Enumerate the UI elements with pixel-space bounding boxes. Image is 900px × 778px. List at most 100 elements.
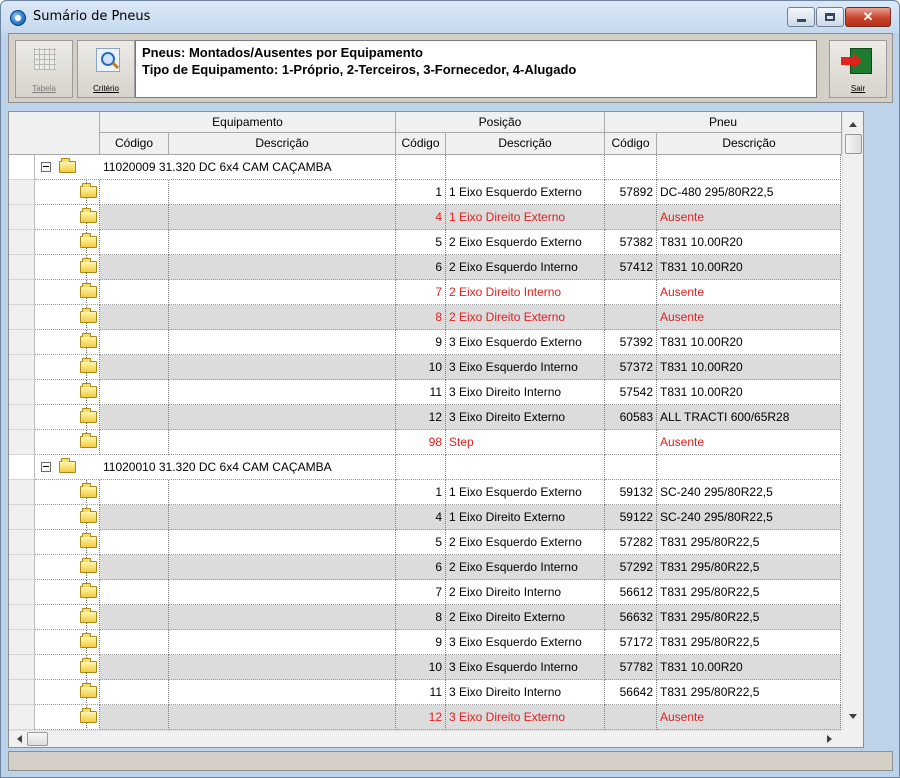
- row-indicator[interactable]: [9, 680, 35, 705]
- tire-position-row[interactable]: 82 Eixo Direito Externo Ausente: [9, 305, 841, 330]
- tire-position-row[interactable]: 12 3 Eixo Direito Externo 60583 ALL TRACTI …: [9, 405, 841, 430]
- row-indicator[interactable]: [9, 255, 35, 280]
- row-indicator[interactable]: [9, 505, 35, 530]
- row-indicator[interactable]: [9, 430, 35, 455]
- tree-cell[interactable]: [35, 680, 100, 705]
- horizontal-scroll-thumb[interactable]: [27, 732, 48, 746]
- tree-cell[interactable]: [35, 705, 100, 730]
- column-header-pneu-descricao[interactable]: Descrição: [657, 133, 842, 155]
- tire-position-row[interactable]: 62 Eixo Esquerdo Interno 57292 T831 295/80…: [9, 555, 841, 580]
- tire-position-row[interactable]: 98 Step Ausente: [9, 430, 841, 455]
- collapse-icon[interactable]: [41, 162, 51, 172]
- tire-position-row[interactable]: 11 3 Eixo Direito Interno 56642 T831 295/80…: [9, 680, 841, 705]
- row-indicator[interactable]: [9, 330, 35, 355]
- tire-position-row[interactable]: 72 Eixo Direito Interno Ausente: [9, 280, 841, 305]
- equipment-code-cell: [100, 480, 169, 505]
- tree-cell[interactable]: [35, 655, 100, 680]
- position-description-cell: [446, 155, 605, 180]
- tire-position-row[interactable]: 52 Eixo Esquerdo Externo 57282 T831 295/80…: [9, 530, 841, 555]
- column-header-pneu-codigo[interactable]: Código: [605, 133, 657, 155]
- row-indicator[interactable]: [9, 705, 35, 730]
- tree-cell[interactable]: [35, 455, 101, 480]
- tire-position-row[interactable]: 82 Eixo Direito Externo 56632 T831 295/80R…: [9, 605, 841, 630]
- row-indicator[interactable]: [9, 230, 35, 255]
- equipment-code-cell: [100, 330, 169, 355]
- tree-cell[interactable]: [35, 580, 100, 605]
- row-indicator[interactable]: [9, 305, 35, 330]
- tire-summary-grid[interactable]: Equipamento Posição Pneu Código Descriçã…: [8, 111, 864, 748]
- tree-cell[interactable]: [35, 355, 100, 380]
- row-indicator[interactable]: [9, 630, 35, 655]
- row-indicator[interactable]: [9, 355, 35, 380]
- tree-cell[interactable]: [35, 430, 100, 455]
- tree-cell[interactable]: [35, 630, 100, 655]
- tree-cell[interactable]: [35, 330, 100, 355]
- scroll-left-icon[interactable]: [17, 735, 22, 743]
- column-header-equip-descricao[interactable]: Descrição: [169, 133, 396, 155]
- row-indicator[interactable]: [9, 405, 35, 430]
- tree-cell[interactable]: [35, 505, 100, 530]
- row-indicator[interactable]: [9, 580, 35, 605]
- row-indicator[interactable]: [9, 530, 35, 555]
- tire-position-row[interactable]: 93 Eixo Esquerdo Externo 57392 T831 10.00R…: [9, 330, 841, 355]
- tire-position-row[interactable]: 52 Eixo Esquerdo Externo 57382 T831 10.00R…: [9, 230, 841, 255]
- tire-position-row[interactable]: 72 Eixo Direito Interno 56612 T831 295/80R…: [9, 580, 841, 605]
- column-header-equip-codigo[interactable]: Código: [100, 133, 169, 155]
- row-indicator[interactable]: [9, 155, 35, 180]
- tree-cell[interactable]: [35, 405, 100, 430]
- tire-position-row[interactable]: 93 Eixo Esquerdo Externo 57172 T831 295/80…: [9, 630, 841, 655]
- row-indicator[interactable]: [9, 180, 35, 205]
- tabela-button[interactable]: Tabela: [15, 40, 73, 98]
- row-indicator[interactable]: [9, 205, 35, 230]
- tire-position-row[interactable]: 41 Eixo Direito Externo Ausente: [9, 205, 841, 230]
- tire-position-row[interactable]: 10 3 Eixo Esquerdo Interno 57372 T831 10.00…: [9, 355, 841, 380]
- collapse-icon[interactable]: [41, 462, 51, 472]
- tree-cell[interactable]: [35, 530, 100, 555]
- tire-position-row[interactable]: 12 3 Eixo Direito Externo Ausente: [9, 705, 841, 730]
- tire-position-row[interactable]: 62 Eixo Esquerdo Interno 57412 T831 10.00R…: [9, 255, 841, 280]
- position-description: 3 Eixo Direito Interno: [446, 680, 605, 705]
- vertical-scroll-thumb[interactable]: [845, 134, 862, 154]
- tree-cell[interactable]: [35, 555, 100, 580]
- tree-cell[interactable]: [35, 480, 100, 505]
- app-icon[interactable]: [10, 10, 26, 26]
- row-indicator[interactable]: [9, 555, 35, 580]
- row-indicator[interactable]: [9, 605, 35, 630]
- scroll-right-icon[interactable]: [827, 735, 832, 743]
- row-indicator[interactable]: [9, 655, 35, 680]
- tree-cell[interactable]: [35, 280, 100, 305]
- criterio-button[interactable]: Critério: [77, 40, 135, 98]
- equipment-group-row[interactable]: 11020010 31.320 DC 6x4 CAM CAÇAMBA: [9, 455, 841, 480]
- tree-cell[interactable]: [35, 155, 101, 180]
- tree-cell[interactable]: [35, 605, 100, 630]
- tire-position-row[interactable]: 41 Eixo Direito Externo 59122 SC-240 295/8…: [9, 505, 841, 530]
- row-indicator[interactable]: [9, 280, 35, 305]
- column-header-pos-descricao[interactable]: Descrição: [446, 133, 605, 155]
- tree-cell[interactable]: [35, 305, 100, 330]
- row-indicator[interactable]: [9, 480, 35, 505]
- tire-code: 56642: [605, 680, 657, 705]
- tire-position-row[interactable]: 11 3 Eixo Direito Interno 57542 T831 10.00R…: [9, 380, 841, 405]
- title-bar[interactable]: Sumário de Pneus ✕: [1, 1, 899, 33]
- close-button[interactable]: ✕: [845, 7, 891, 27]
- sair-button[interactable]: Sair: [829, 40, 887, 98]
- tire-position-row[interactable]: 10 3 Eixo Esquerdo Interno 57782 T831 10.00…: [9, 655, 841, 680]
- row-indicator[interactable]: [9, 380, 35, 405]
- tree-cell[interactable]: [35, 205, 100, 230]
- tree-cell[interactable]: [35, 230, 100, 255]
- tire-position-row[interactable]: 11 Eixo Esquerdo Externo 59132 SC-240 295/…: [9, 480, 841, 505]
- minimize-button[interactable]: [787, 7, 815, 27]
- maximize-button[interactable]: [816, 7, 844, 27]
- column-header-pos-codigo[interactable]: Código: [396, 133, 446, 155]
- equipment-group-row[interactable]: 11020009 31.320 DC 6x4 CAM CAÇAMBA: [9, 155, 841, 180]
- scroll-down-icon[interactable]: [849, 714, 857, 719]
- tire-position-row[interactable]: 11 Eixo Esquerdo Externo 57892 DC-480 295/…: [9, 180, 841, 205]
- tree-cell[interactable]: [35, 380, 100, 405]
- tree-cell[interactable]: [35, 180, 100, 205]
- scroll-up-icon[interactable]: [849, 122, 857, 127]
- vertical-scrollbar[interactable]: [842, 112, 863, 730]
- horizontal-scrollbar[interactable]: [9, 730, 842, 747]
- tree-cell[interactable]: [35, 255, 100, 280]
- row-indicator[interactable]: [9, 455, 35, 480]
- tire-description: SC-240 295/80R22,5: [657, 505, 841, 530]
